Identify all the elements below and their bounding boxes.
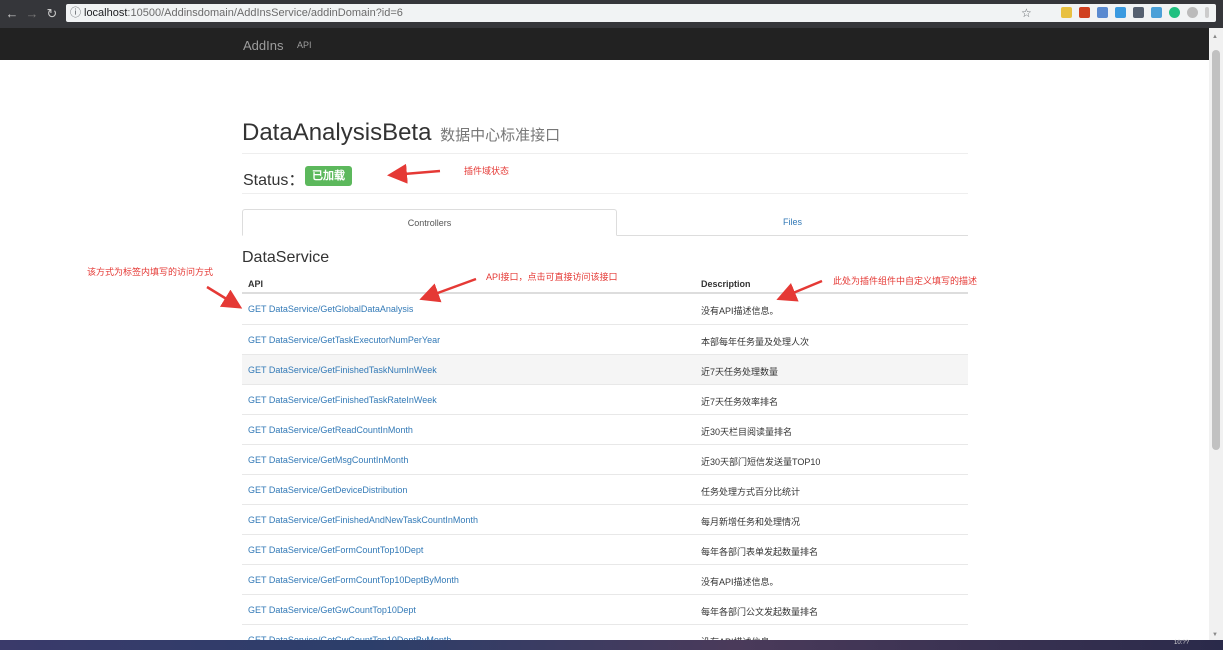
table-row: GET DataService/GetFinishedTaskNumInWeek… bbox=[242, 354, 968, 384]
api-description: 没有API描述信息。 bbox=[701, 306, 779, 316]
api-table: GET DataService/GetGlobalDataAnalysis 没有A… bbox=[242, 294, 968, 654]
url-path: :10500/Addinsdomain/AddInsService/addinD… bbox=[127, 7, 403, 19]
api-description: 近30天部门短信发送量TOP10 bbox=[701, 457, 821, 467]
column-header-api: API bbox=[248, 279, 264, 289]
title-text: DataAnalysisBeta bbox=[242, 119, 432, 146]
forward-icon[interactable]: → bbox=[24, 6, 40, 22]
scrollbar-thumb[interactable] bbox=[1212, 50, 1220, 450]
back-icon[interactable]: ← bbox=[4, 6, 20, 22]
tab-files[interactable]: Files bbox=[617, 209, 968, 236]
nav-link-api[interactable]: API bbox=[297, 40, 312, 50]
api-link[interactable]: GET DataService/GetGwCountTop10Dept bbox=[248, 605, 416, 615]
status-label: Status： bbox=[243, 172, 305, 189]
api-description: 近7天任务效率排名 bbox=[701, 397, 779, 407]
menu-icon[interactable] bbox=[1205, 7, 1209, 18]
brand-link[interactable]: AddIns bbox=[243, 38, 283, 53]
extension-icon[interactable] bbox=[1115, 7, 1126, 18]
api-description: 每月新增任务和处理情况 bbox=[701, 517, 801, 527]
annotation-api: API接口，点击可直接访问该接口 bbox=[486, 272, 618, 282]
divider bbox=[242, 193, 968, 194]
section-title: DataService bbox=[242, 249, 330, 266]
api-description: 每年各部门公文发起数量排名 bbox=[701, 607, 819, 617]
table-row: GET DataService/GetDeviceDistribution 任务处… bbox=[242, 474, 968, 504]
api-link[interactable]: GET DataService/GetMsgCountInMonth bbox=[248, 455, 408, 465]
api-description: 任务处理方式百分比统计 bbox=[701, 487, 801, 497]
api-link[interactable]: GET DataService/GetFinishedAndNewTaskCou… bbox=[248, 515, 478, 525]
scroll-down-icon[interactable]: ▼ bbox=[1212, 632, 1218, 638]
api-link[interactable]: GET DataService/GetFormCountTop10DeptByM… bbox=[248, 575, 459, 585]
table-row: GET DataService/GetFinishedTaskRateInWee… bbox=[242, 384, 968, 414]
table-row: GET DataService/GetFormCountTop10DeptByM… bbox=[242, 564, 968, 594]
annotation-status: 插件域状态 bbox=[464, 166, 510, 176]
arrow-left bbox=[206, 285, 243, 309]
address-bar[interactable]: ⓘ localhost:10500/Addinsdomain/AddInsSer… bbox=[66, 4, 1216, 22]
annotation-desc: 此处为插件组件中自定义填写的描述 bbox=[833, 276, 978, 286]
annotation-left: 该方式为标签内填写的访问方式 bbox=[87, 267, 214, 277]
extension-icon[interactable] bbox=[1133, 7, 1144, 18]
page-subtitle: 数据中心标准接口 bbox=[440, 127, 561, 144]
extensions-area bbox=[1061, 7, 1209, 18]
api-link[interactable]: GET DataService/GetGlobalDataAnalysis bbox=[248, 304, 413, 314]
status-badge: 已加载 bbox=[305, 166, 352, 186]
extension-icon[interactable] bbox=[1169, 7, 1180, 18]
extension-icon[interactable] bbox=[1187, 7, 1198, 18]
api-description: 没有API描述信息。 bbox=[701, 577, 779, 587]
reload-icon[interactable]: ↻ bbox=[44, 6, 60, 22]
page-title: DataAnalysisBeta 数据中心标准接口 bbox=[242, 119, 560, 147]
table-row: GET DataService/GetFormCountTop10Dept 每年各… bbox=[242, 534, 968, 564]
table-row: GET DataService/GetReadCountInMonth 近30天栏… bbox=[242, 414, 968, 444]
api-description: 近30天栏目阅读量排名 bbox=[701, 427, 793, 437]
os-taskbar: 10:?? bbox=[0, 640, 1223, 650]
api-link[interactable]: GET DataService/GetFinishedTaskNumInWeek bbox=[248, 365, 437, 375]
extension-icon[interactable] bbox=[1079, 7, 1090, 18]
info-icon[interactable]: ⓘ bbox=[70, 4, 81, 22]
api-description: 近7天任务处理数量 bbox=[701, 367, 779, 377]
column-header-description: Description bbox=[701, 279, 751, 289]
url-host: localhost bbox=[84, 7, 128, 19]
taskbar-clock: 10:?? bbox=[1173, 640, 1189, 646]
scroll-up-icon[interactable]: ▲ bbox=[1212, 34, 1218, 40]
page-scrollbar[interactable]: ▲ ▼ bbox=[1209, 28, 1223, 640]
table-row: GET DataService/GetGwCountTop10Dept 每年各部门… bbox=[242, 594, 968, 624]
api-description: 本部每年任务量及处理人次 bbox=[701, 337, 810, 347]
tab-underline bbox=[617, 235, 968, 236]
table-row: GET DataService/GetMsgCountInMonth 近30天部门… bbox=[242, 444, 968, 474]
api-link[interactable]: GET DataService/GetDeviceDistribution bbox=[248, 485, 407, 495]
table-row: GET DataService/GetTaskExecutorNumPerYea… bbox=[242, 324, 968, 354]
arrow-status bbox=[387, 163, 441, 184]
extension-icon[interactable] bbox=[1151, 7, 1162, 18]
extension-icon[interactable] bbox=[1061, 7, 1072, 18]
table-row: GET DataService/GetGlobalDataAnalysis 没有A… bbox=[242, 294, 968, 324]
api-link[interactable]: GET DataService/GetFormCountTop10Dept bbox=[248, 545, 423, 555]
top-navbar: AddIns API bbox=[0, 28, 1209, 60]
divider bbox=[242, 153, 968, 154]
tab-controllers[interactable]: Controllers bbox=[242, 209, 617, 236]
bookmark-star-icon[interactable]: ☆ bbox=[1021, 6, 1032, 20]
extension-icon[interactable] bbox=[1097, 7, 1108, 18]
api-link[interactable]: GET DataService/GetReadCountInMonth bbox=[248, 425, 413, 435]
tab-bar: Controllers Files bbox=[242, 209, 968, 236]
table-row: GET DataService/GetFinishedAndNewTaskCou… bbox=[242, 504, 968, 534]
api-link[interactable]: GET DataService/GetTaskExecutorNumPerYea… bbox=[248, 335, 440, 345]
api-description: 每年各部门表单发起数量排名 bbox=[701, 547, 819, 557]
browser-toolbar: ← → ↻ ⌂ ⓘ localhost:10500/Addinsdomain/A… bbox=[0, 0, 1223, 28]
api-link[interactable]: GET DataService/GetFinishedTaskRateInWee… bbox=[248, 395, 437, 405]
